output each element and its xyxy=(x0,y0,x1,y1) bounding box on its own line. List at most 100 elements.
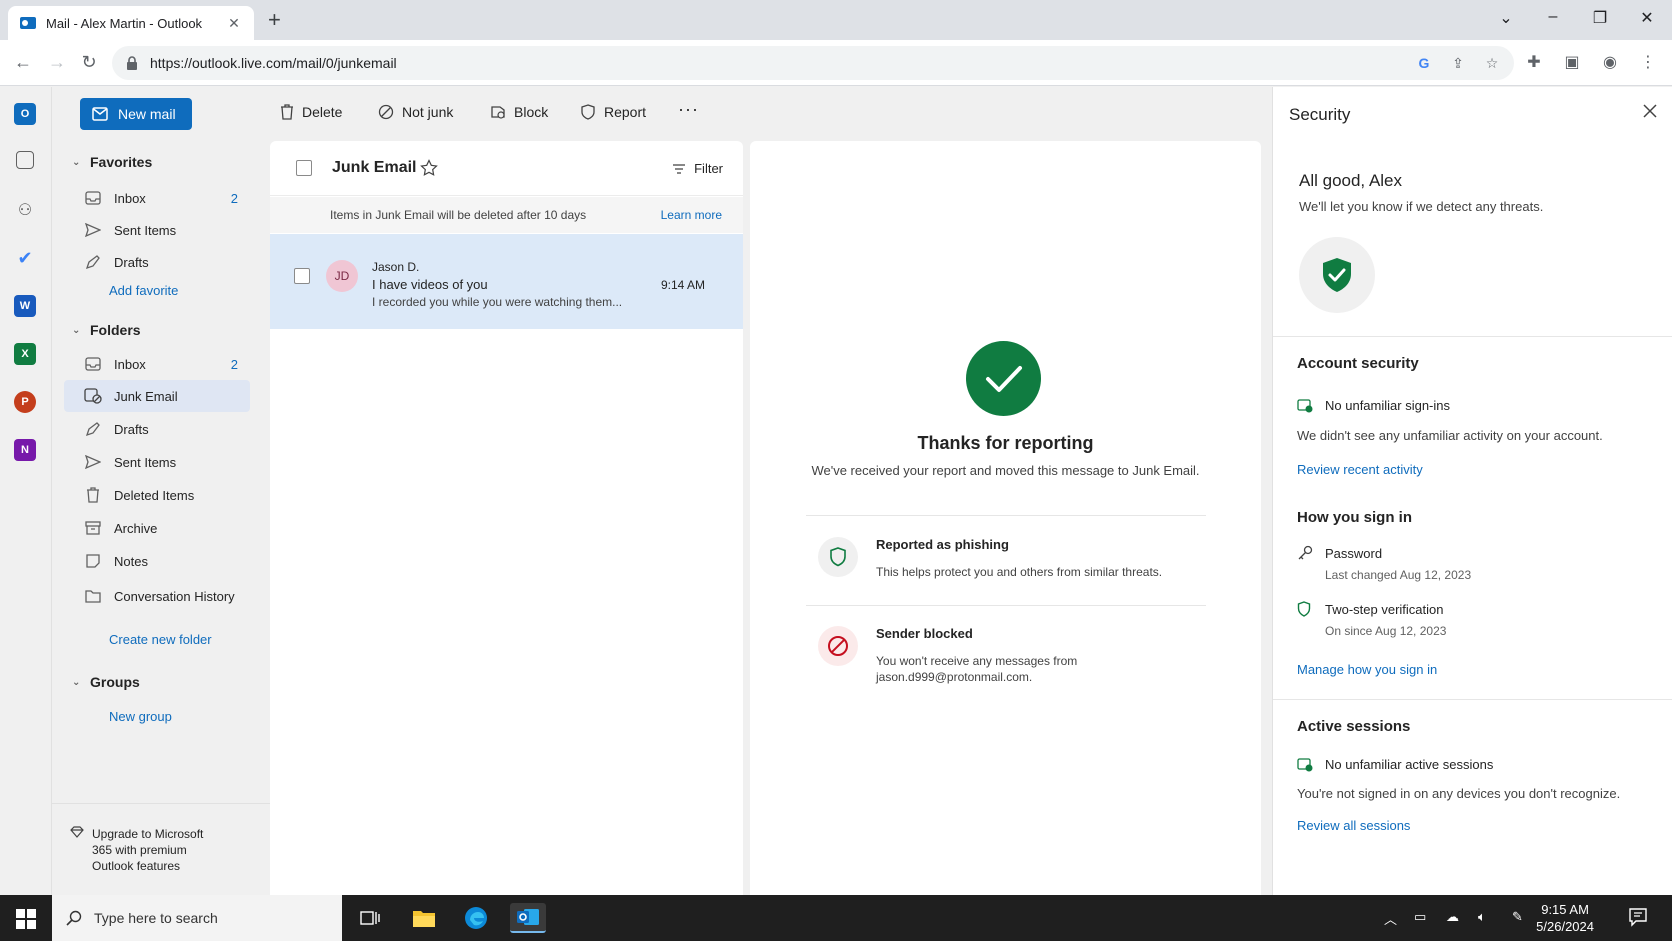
folder-icon xyxy=(84,587,102,605)
url-text: https://outlook.live.com/mail/0/junkemai… xyxy=(150,55,397,71)
report-button[interactable]: Report xyxy=(580,104,646,120)
show-hidden-icons[interactable]: ︿ xyxy=(1384,909,1397,928)
bookmark-star-icon[interactable]: ☆ xyxy=(1480,55,1504,72)
restore-button[interactable]: ❐ xyxy=(1590,8,1610,28)
search-placeholder: Type here to search xyxy=(94,910,218,926)
favorites-header[interactable]: ⌄ Favorites xyxy=(72,154,152,170)
browser-tab[interactable]: Mail - Alex Martin - Outlook ✕ xyxy=(8,6,254,40)
onenote-app-icon[interactable]: N xyxy=(14,439,36,461)
notifications-icon[interactable] xyxy=(1628,907,1648,930)
todo-app-icon[interactable]: ✔ xyxy=(14,247,36,269)
extensions-icon[interactable]: ✚ xyxy=(1522,52,1546,72)
favorite-drafts[interactable]: Drafts xyxy=(64,246,250,278)
mail-icon xyxy=(92,107,108,121)
folder-deleted-items[interactable]: Deleted Items xyxy=(64,479,250,511)
folder-sent-items[interactable]: Sent Items xyxy=(64,446,250,478)
delete-button[interactable]: Delete xyxy=(280,104,342,120)
shield-icon xyxy=(818,537,858,577)
taskbar-clock[interactable]: 9:15 AM 5/26/2024 xyxy=(1536,901,1594,935)
folder-notes[interactable]: Notes xyxy=(64,545,250,577)
favorite-star-icon[interactable] xyxy=(420,159,438,180)
clock-time: 9:15 AM xyxy=(1541,902,1589,917)
battery-icon[interactable]: ▭ xyxy=(1414,909,1426,925)
new-group-link[interactable]: New group xyxy=(109,709,172,724)
upgrade-text: Upgrade to Microsoft 365 with premium Ou… xyxy=(92,827,204,873)
two-step-since: On since Aug 12, 2023 xyxy=(1325,624,1447,638)
message-list: Junk Email Filter Items in Junk Email wi… xyxy=(270,141,743,895)
folder-deleted-label: Deleted Items xyxy=(114,487,195,503)
forward-icon[interactable]: → xyxy=(46,52,68,72)
verified-card-icon xyxy=(1297,398,1315,413)
omnibox[interactable]: https://outlook.live.com/mail/0/junkemai… xyxy=(112,46,1514,80)
reported-phishing-detail: This helps protect you and others from s… xyxy=(876,565,1163,579)
new-mail-button[interactable]: New mail xyxy=(80,98,192,130)
filter-button[interactable]: Filter xyxy=(672,161,723,176)
add-favorite-link[interactable]: Add favorite xyxy=(109,283,178,298)
security-panel-title: Security xyxy=(1289,105,1351,124)
upgrade-banner[interactable]: Upgrade to Microsoft 365 with premium Ou… xyxy=(52,803,270,874)
chevron-down-icon: ⌄ xyxy=(72,156,81,168)
review-all-sessions-link[interactable]: Review all sessions xyxy=(1297,818,1410,833)
message-row[interactable]: JD Jason D. I have videos of you I recor… xyxy=(270,234,743,329)
outlook-taskbar-icon[interactable] xyxy=(510,903,546,933)
sender-blocked-detail: You won't receive any messages from jaso… xyxy=(876,654,1078,684)
browser-menu-icon[interactable]: ⋮ xyxy=(1636,52,1660,72)
windows-start-icon[interactable] xyxy=(16,909,36,932)
learn-more-link[interactable]: Learn more xyxy=(661,208,722,222)
block-button[interactable]: Block xyxy=(490,104,548,120)
divider xyxy=(1273,336,1672,337)
reload-icon[interactable]: ↻ xyxy=(78,52,100,72)
folder-junk-email[interactable]: Junk Email xyxy=(64,380,250,412)
filter-icon xyxy=(673,163,686,174)
select-all-checkbox[interactable] xyxy=(296,160,312,176)
inbox-icon xyxy=(84,355,102,373)
tab-search-icon[interactable]: ⌄ xyxy=(1496,8,1516,28)
folder-inbox[interactable]: Inbox 2 xyxy=(64,348,250,380)
powerpoint-app-icon[interactable]: P xyxy=(14,391,36,413)
close-window-button[interactable]: ✕ xyxy=(1637,8,1657,28)
pen-icon[interactable]: ✎ xyxy=(1512,909,1523,925)
calendar-app-icon[interactable] xyxy=(16,151,34,169)
message-checkbox[interactable] xyxy=(294,268,310,284)
success-check-icon xyxy=(966,341,1041,416)
mail-app-icon[interactable]: O xyxy=(14,103,36,125)
create-new-folder-link[interactable]: Create new folder xyxy=(109,632,212,647)
verified-card-icon xyxy=(1297,757,1315,772)
message-subject: I have videos of you xyxy=(372,277,488,292)
onedrive-cloud-icon[interactable]: ☁ xyxy=(1446,909,1459,925)
sign-ins-note: We didn't see any unfamiliar activity on… xyxy=(1297,428,1603,443)
groups-header[interactable]: ⌄ Groups xyxy=(72,674,140,690)
manage-sign-in-link[interactable]: Manage how you sign in xyxy=(1297,662,1437,677)
favorite-inbox[interactable]: Inbox 2 xyxy=(64,182,250,214)
task-view-icon[interactable] xyxy=(352,903,388,933)
google-icon[interactable]: G xyxy=(1412,55,1436,71)
back-icon[interactable]: ← xyxy=(12,52,34,72)
excel-app-icon[interactable]: X xyxy=(14,343,36,365)
folders-header[interactable]: ⌄ Folders xyxy=(72,322,141,338)
minimize-button[interactable]: – xyxy=(1543,8,1563,26)
edge-browser-icon[interactable] xyxy=(458,903,494,933)
new-tab-button[interactable]: + xyxy=(268,9,281,31)
folder-archive[interactable]: Archive xyxy=(64,512,250,544)
shield-check-icon xyxy=(1299,237,1375,313)
share-icon[interactable]: ⇪ xyxy=(1446,55,1470,72)
volume-icon[interactable]: 🔈︎ xyxy=(1478,909,1486,925)
folder-drafts[interactable]: Drafts xyxy=(64,413,250,445)
folder-conversation-history[interactable]: Conversation History xyxy=(64,580,250,612)
junk-icon xyxy=(84,387,102,405)
people-app-icon[interactable]: ⚇ xyxy=(14,199,36,221)
close-tab-icon[interactable]: ✕ xyxy=(226,15,242,32)
side-panel-icon[interactable]: ▣ xyxy=(1560,52,1584,72)
favorite-sent-items[interactable]: Sent Items xyxy=(64,214,250,246)
more-options-button[interactable]: ··· xyxy=(678,99,699,120)
file-explorer-icon[interactable] xyxy=(406,903,442,933)
browser-tab-bar: Mail - Alex Martin - Outlook ✕ + ⌄ – ❐ ✕ xyxy=(0,0,1672,40)
profile-icon[interactable]: ◉ xyxy=(1598,52,1622,72)
word-app-icon[interactable]: W xyxy=(14,295,36,317)
sessions-note: You're not signed in on any devices you … xyxy=(1297,786,1621,801)
active-sessions-heading: Active sessions xyxy=(1297,718,1411,735)
not-junk-button[interactable]: Not junk xyxy=(378,104,453,120)
review-recent-activity-link[interactable]: Review recent activity xyxy=(1297,462,1423,477)
taskbar-search[interactable]: Type here to search xyxy=(52,895,342,941)
close-icon[interactable] xyxy=(1642,103,1658,122)
